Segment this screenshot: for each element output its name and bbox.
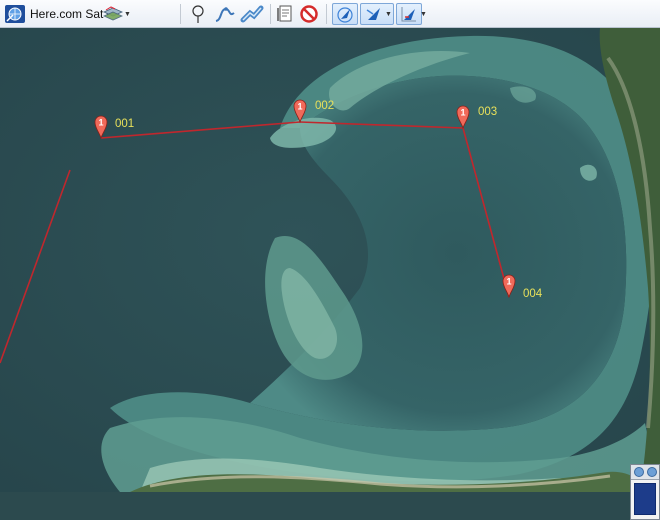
toolbar-divider (326, 4, 327, 24)
map-source-label: Here.com Sat (30, 7, 104, 21)
nav-arrow-grid-icon (399, 4, 419, 24)
track-icon (240, 4, 264, 24)
stop-button[interactable] (299, 3, 319, 25)
map-source-selector[interactable]: Here.com Sat ▼ (4, 3, 111, 25)
panel-button-icon[interactable] (647, 467, 657, 477)
pin-glyph: 1 (98, 118, 103, 128)
waypoint-pin-icon (189, 4, 207, 24)
nav-mode-circle-button[interactable] (332, 3, 358, 25)
chevron-down-icon: ▼ (420, 10, 427, 18)
map-toolbar: Here.com Sat ▼ ▼ ▼ (0, 0, 660, 28)
pin-glyph: 1 (297, 102, 302, 112)
overview-panel-body (634, 483, 656, 515)
notes-button[interactable] (276, 3, 294, 25)
nav-arrow-circle-icon (335, 4, 355, 24)
stop-icon (299, 4, 319, 24)
nav-mode-grid-button[interactable]: ▼ (396, 3, 427, 25)
satellite-map-view[interactable]: 1111 001 002 003 004 (0, 28, 660, 520)
nav-arrow-icon (364, 4, 384, 24)
overview-panel-header (631, 465, 659, 480)
chevron-down-icon: ▼ (124, 10, 131, 18)
route-curve-icon (214, 4, 236, 24)
panel-button-icon[interactable] (634, 467, 644, 477)
notes-icon (276, 4, 294, 24)
toolbar-divider (180, 4, 181, 24)
layers-button[interactable]: ▼ (103, 3, 131, 25)
route-tool-button[interactable] (214, 3, 236, 25)
layers-icon (103, 5, 123, 23)
waypoint-tool-button[interactable] (189, 3, 207, 25)
pin-glyph: 1 (506, 277, 511, 287)
chevron-down-icon: ▼ (385, 10, 392, 18)
toolbar-divider (270, 4, 271, 24)
map-canvas: 1 1 1 1 (0, 28, 660, 492)
track-tool-button[interactable] (240, 3, 264, 25)
pin-glyph: 1 (460, 108, 465, 118)
satellite-globe-icon (4, 4, 26, 24)
overview-panel[interactable] (630, 464, 660, 520)
nav-mode-arrow-button[interactable]: ▼ (360, 3, 394, 25)
